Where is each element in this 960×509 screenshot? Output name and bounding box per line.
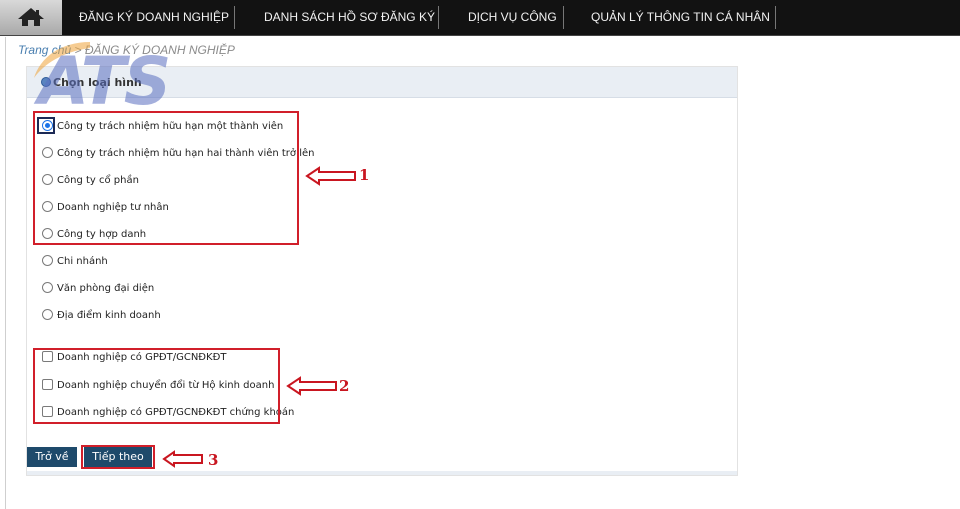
- radio-option[interactable]: Chi nhánh: [42, 255, 108, 269]
- radio-option[interactable]: Văn phòng đại diện: [42, 282, 154, 296]
- annotation-arrow-left-icon: [305, 166, 356, 186]
- nav-divider: [775, 6, 776, 29]
- annotation-arrow-left-icon: [162, 450, 203, 468]
- annotation-box-3: [81, 445, 155, 469]
- nav-divider: [438, 6, 439, 29]
- home-icon: [18, 8, 44, 26]
- top-nav-bar: ĐĂNG KÝ DOANH NGHIỆP DANH SÁCH HỒ SƠ ĐĂN…: [0, 0, 960, 36]
- radio-option[interactable]: Địa điểm kinh doanh: [42, 309, 161, 323]
- nav-item-dich-vu-cong[interactable]: DỊCH VỤ CÔNG: [468, 0, 557, 35]
- back-button[interactable]: Trở về: [27, 447, 77, 467]
- annotation-box-2: [33, 348, 280, 424]
- radio-button[interactable]: [42, 255, 53, 266]
- radio-label: Chi nhánh: [57, 256, 108, 267]
- watermark-text: ATS: [33, 43, 169, 114]
- nav-divider: [234, 6, 235, 29]
- radio-button[interactable]: [42, 282, 53, 293]
- annotation-number-3: 3: [208, 451, 219, 469]
- annotation-number-1: 1: [359, 166, 370, 184]
- radio-label: Văn phòng đại diện: [57, 283, 155, 294]
- ats-watermark-logo: ATS: [30, 38, 230, 120]
- nav-item-dang-ky-doanh-nghiep[interactable]: ĐĂNG KÝ DOANH NGHIỆP: [79, 0, 229, 35]
- annotation-box-1: [33, 111, 299, 245]
- nav-item-quan-ly-thong-tin[interactable]: QUẢN LÝ THÔNG TIN CÁ NHÂN: [591, 0, 770, 35]
- panel-footer-bar: [27, 471, 737, 475]
- annotation-arrow-left-icon: [286, 376, 337, 396]
- nav-divider: [563, 6, 564, 29]
- annotation-number-2: 2: [339, 377, 350, 395]
- home-button[interactable]: [0, 0, 62, 35]
- radio-label: Địa điểm kinh doanh: [57, 310, 161, 321]
- nav-item-danh-sach-ho-so[interactable]: DANH SÁCH HỒ SƠ ĐĂNG KÝ: [264, 0, 435, 35]
- radio-button[interactable]: [42, 309, 53, 320]
